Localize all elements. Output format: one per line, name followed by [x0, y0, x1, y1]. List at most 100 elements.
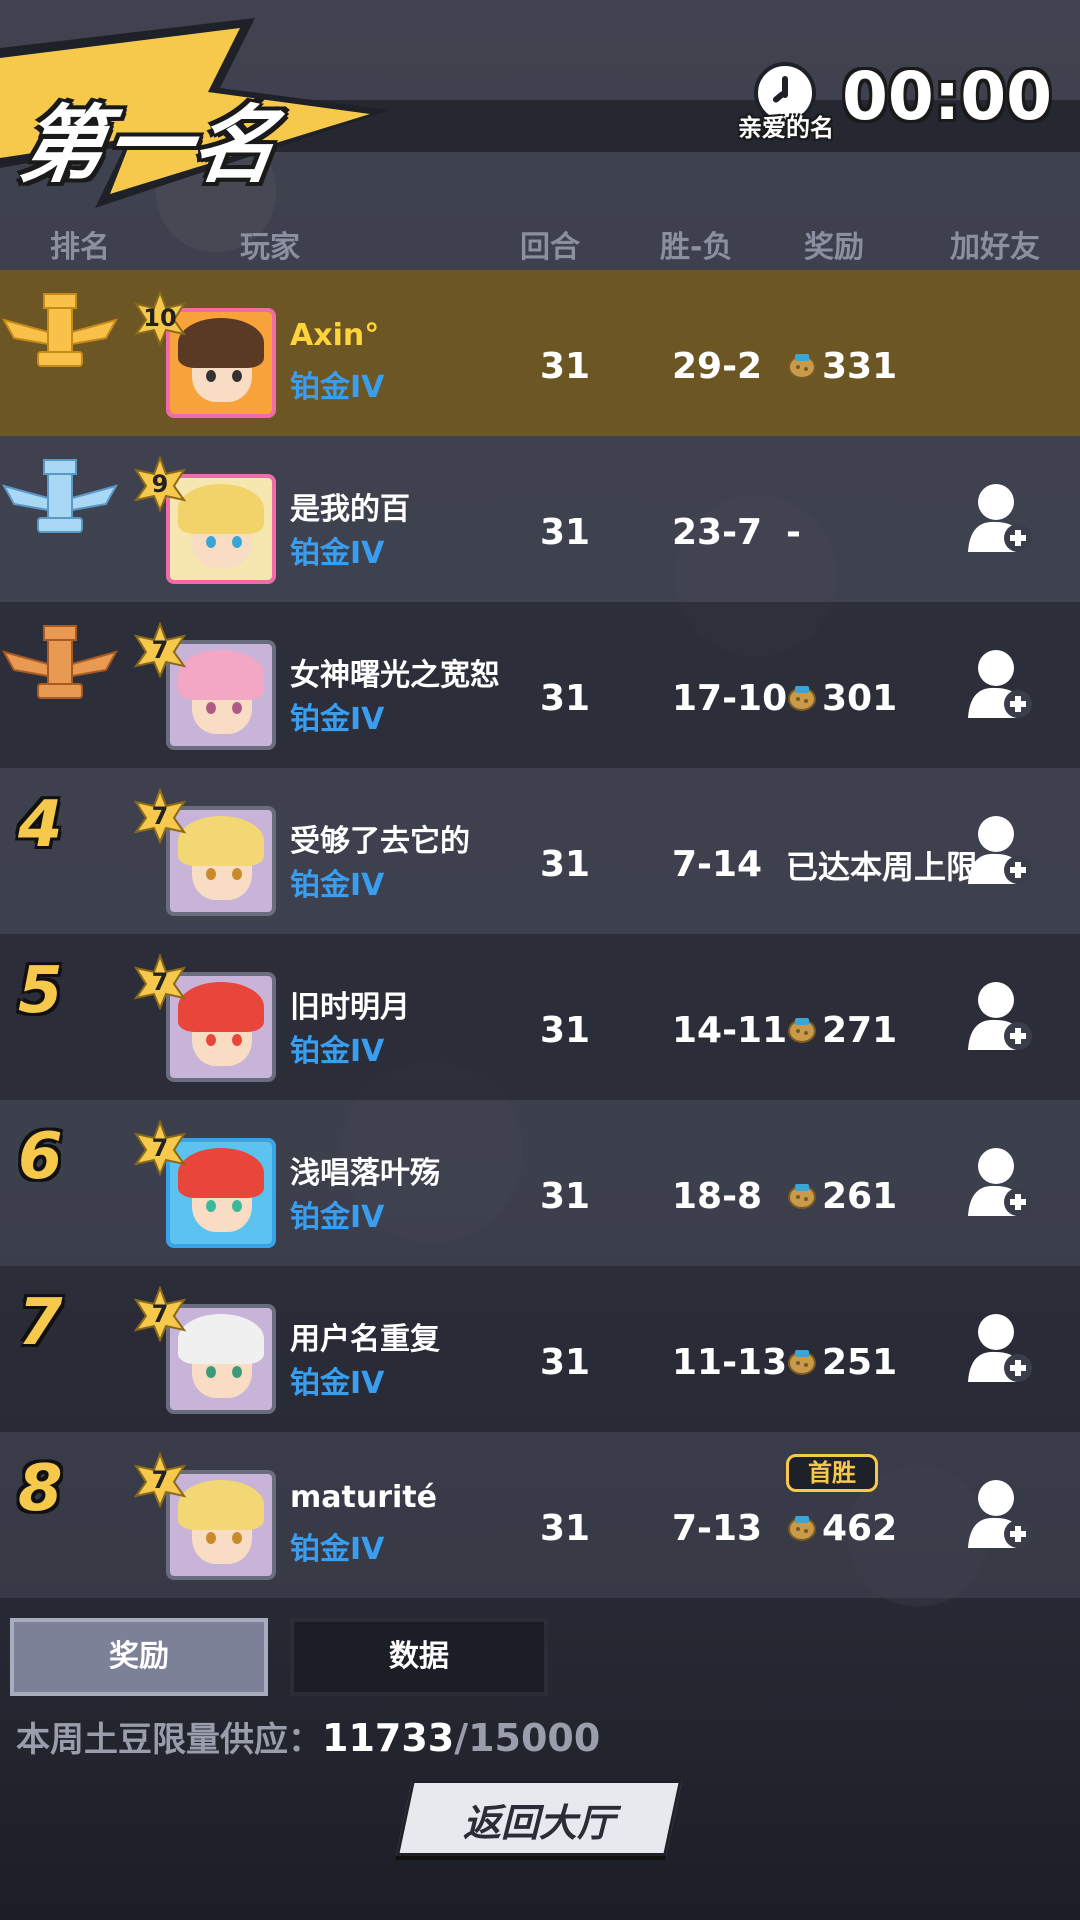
potato-icon [786, 1010, 822, 1051]
player-tier: 铂金IV [290, 536, 385, 571]
header: 第一名 00:00 亲爱的名 [0, 0, 1080, 220]
rounds-value: 31 [540, 1176, 591, 1217]
reward-amount: 261 [822, 1176, 898, 1217]
level-number: 7 [151, 1466, 169, 1494]
level-number: 7 [151, 802, 169, 830]
reward-amount: 331 [822, 346, 898, 387]
avatar-eye [206, 868, 216, 880]
rank-number: 4 [18, 788, 63, 862]
rounds-value: 31 [540, 512, 591, 553]
player-name: maturité [290, 1480, 437, 1515]
level-number: 7 [151, 1300, 169, 1328]
potato-icon [786, 1342, 822, 1383]
silver-trophy-icon [0, 446, 120, 556]
win-loss-value: 17-10 [672, 678, 788, 719]
leaderboard-row: 7 7 用户名重复 铂金IV 31 11-13 251 [0, 1266, 1080, 1432]
level-star-badge: 7 [132, 953, 188, 1011]
avatar-eye [206, 1532, 216, 1544]
level-star-badge: 7 [132, 621, 188, 679]
leaderboard-row: 4 7 受够了去它的 铂金IV 31 7-14 已达本周上限 [0, 768, 1080, 934]
tab-data[interactable]: 数据 [290, 1618, 548, 1696]
gold-trophy-icon [0, 280, 120, 390]
avatar-hair [178, 484, 264, 534]
level-star-badge: 7 [132, 1119, 188, 1177]
player-tier: 铂金IV [290, 702, 385, 737]
add-friend-icon[interactable] [966, 978, 1036, 1054]
rounds-value: 31 [540, 1010, 591, 1051]
add-friend-icon[interactable] [966, 812, 1036, 888]
win-loss-value: 18-8 [672, 1176, 763, 1217]
player-tier: 铂金IV [290, 1532, 385, 1567]
supply-max: /15000 [454, 1716, 601, 1760]
return-lobby-button[interactable]: 返回大厅 [395, 1780, 683, 1856]
timer-subtitle: 亲爱的名 [738, 114, 834, 142]
level-star-badge: 7 [132, 787, 188, 845]
win-loss-value: 7-14 [672, 844, 763, 885]
add-friend-icon[interactable] [966, 1476, 1036, 1552]
weekly-supply: 本周土豆限量供应：11733/15000 [16, 1712, 600, 1761]
supply-label: 本周土豆限量供应： [16, 1720, 322, 1760]
reward-value: 251 [786, 1342, 897, 1383]
col-rounds: 回合 [520, 230, 580, 265]
potato-icon [786, 346, 822, 387]
level-number: 10 [143, 304, 177, 332]
leaderboard-row: 8 7 maturité 铂金IV 31 7-13 首胜 462 [0, 1432, 1080, 1598]
win-loss-value: 7-13 [672, 1508, 763, 1549]
leaderboard-row: 10 Axin° 铂金IV 31 29-2 331 [0, 270, 1080, 436]
avatar-eye [206, 1366, 216, 1378]
add-friend-icon[interactable] [966, 480, 1036, 556]
reward-text: 已达本周上限 [786, 848, 979, 886]
win-loss-value: 11-13 [672, 1342, 788, 1383]
col-rank: 排名 [50, 230, 110, 265]
rounds-value: 31 [540, 1342, 591, 1383]
level-number: 7 [151, 1134, 169, 1162]
rank-number: 5 [18, 954, 63, 1028]
player-name: 女神曙光之宽恕 [290, 658, 500, 693]
avatar-hair [178, 1148, 264, 1198]
avatar-hair [178, 1480, 264, 1530]
player-tier: 铂金IV [290, 370, 385, 405]
col-reward: 奖励 [804, 230, 864, 265]
placement-title: 第一名 [14, 96, 286, 194]
reward-value: 301 [786, 678, 897, 719]
reward-value: 462 [786, 1508, 897, 1549]
add-friend-icon[interactable] [966, 646, 1036, 722]
rounds-value: 31 [540, 844, 591, 885]
avatar-eye [206, 702, 216, 714]
avatar-eye [232, 1034, 242, 1046]
add-friend-icon[interactable] [966, 1310, 1036, 1386]
avatar-eye [232, 1532, 242, 1544]
column-headers: 排名 玩家 回合 胜-负 奖励 加好友 [0, 222, 1080, 270]
player-name: 受够了去它的 [290, 824, 470, 859]
potato-icon [786, 678, 822, 719]
col-win-loss: 胜-负 [660, 230, 733, 265]
reward-amount: 251 [822, 1342, 898, 1383]
rounds-value: 31 [540, 1508, 591, 1549]
add-friend-icon[interactable] [966, 1144, 1036, 1220]
timer: 00:00 亲爱的名 [738, 58, 1054, 142]
win-loss-value: 29-2 [672, 346, 763, 387]
potato-icon [786, 1176, 822, 1217]
tab-reward[interactable]: 奖励 [10, 1618, 268, 1696]
level-star-badge: 10 [132, 289, 188, 347]
avatar-hair [178, 816, 264, 866]
supply-current: 11733 [322, 1716, 455, 1760]
leaderboard-row: 5 7 旧时明月 铂金IV 31 14-11 271 [0, 934, 1080, 1100]
rounds-value: 31 [540, 678, 591, 719]
reward-value: 331 [786, 346, 897, 387]
level-star-badge: 9 [132, 455, 188, 513]
player-name: 浅唱落叶殇 [290, 1156, 440, 1191]
player-name: 是我的百 [290, 492, 410, 527]
leaderboard: 10 Axin° 铂金IV 31 29-2 331 9 是我的百 铂金IV 31… [0, 270, 1080, 1598]
level-number: 7 [151, 968, 169, 996]
level-star-badge: 7 [132, 1285, 188, 1343]
avatar-eye [206, 1034, 216, 1046]
reward-text: - [786, 512, 801, 553]
level-number: 9 [151, 470, 169, 498]
timer-value: 00:00 [842, 58, 1053, 135]
avatar-hair [178, 318, 264, 368]
col-player: 玩家 [240, 230, 300, 265]
leaderboard-row: 9 是我的百 铂金IV 31 23-7 - [0, 436, 1080, 602]
player-name: 用户名重复 [290, 1322, 440, 1357]
level-star-badge: 7 [132, 1451, 188, 1509]
